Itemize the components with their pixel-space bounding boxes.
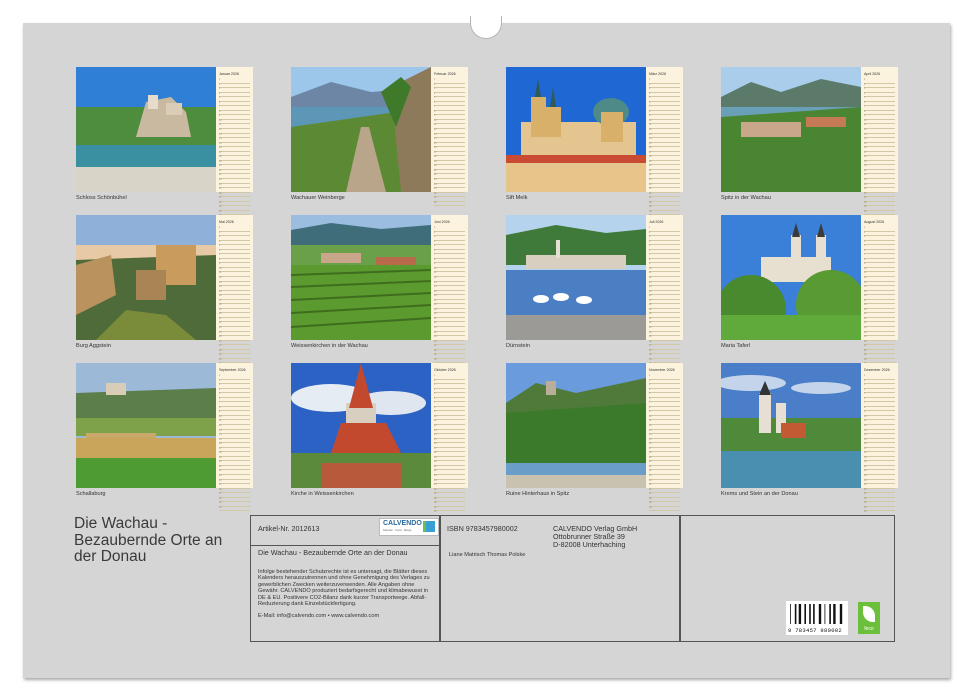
calvendo-logo-subtitle: Kalender · Kunst · Design xyxy=(383,529,412,532)
day-line: 30 xyxy=(219,507,250,512)
barcode-bar xyxy=(824,604,826,624)
month-caption: Sift Melk xyxy=(506,195,528,201)
calvendo-logo-text: CALVENDO xyxy=(383,520,422,527)
month-name: Juli 2026 xyxy=(649,220,664,224)
month-name: März 2026 xyxy=(649,72,666,76)
barcode-bar xyxy=(790,604,791,624)
authors: Liane Matrisch Thomas Polske xyxy=(449,552,526,558)
calendar-title: Die Wachau - Bezaubernde Orte an der Don… xyxy=(74,515,223,565)
calvendo-mark-icon xyxy=(423,521,435,532)
month-page-april: April 2026 1 2 3 4 5 6 7 8 9 10 11 12 13 14 15 16 17 18 19 2… xyxy=(721,67,898,216)
month-caption: Krems und Stein an der Donau xyxy=(721,491,798,497)
month-caption: Kirche in Weissenkirchen xyxy=(291,491,354,497)
month-page-september: September 2026 1 2 3 4 5 6 7 8 9 10 11 12 13 14 15 16 17 1… xyxy=(76,363,253,512)
month-photo xyxy=(506,363,646,488)
month-caption: Schloss Schönbühel xyxy=(76,195,127,201)
month-name: September 2026 xyxy=(219,368,246,372)
isbn-barcode: 9 783457 980002 xyxy=(786,601,848,635)
month-page-november: November 2026 1 2 3 4 5 6 7 8 9 10 11 12 13 14 15 16 17 18… xyxy=(506,363,683,512)
month-page-januar: Januar 2026 1 2 3 4 5 6 7 8 9 10 11 12 13 14 15 16 17 18 19… xyxy=(76,67,253,220)
month-caption: Ruine Hinterhaus in Spitz xyxy=(506,491,570,497)
month-caption: Burg Aggstein xyxy=(76,343,111,349)
barcode-bar xyxy=(818,604,822,624)
calvendo-logo: CALVENDO Kalender · Kunst · Design xyxy=(379,518,439,536)
barcode-bar xyxy=(809,604,811,624)
month-caption: Schallaburg xyxy=(76,491,106,497)
month-page-dezember: Dezember 2026 1 2 3 4 5 6 7 8 9 10 11 12 13 14 15 16 17 18… xyxy=(721,363,898,516)
month-calendar-grid: Januar 2026 1 2 3 4 5 6 7 8 9 10 11 12 13 14 15 16 17 18 19… xyxy=(216,67,253,220)
month-caption: Wachauer Weinberge xyxy=(291,195,345,201)
month-calendar-grid: Mai 2026 1 2 3 4 5 6 7 8 9 10 11 12 13 14 15 16 17 18 19 20 2… xyxy=(216,215,253,368)
product-title: Die Wachau - Bezaubernde Orte an der Don… xyxy=(258,548,408,557)
month-photo xyxy=(506,67,646,192)
month-page-juni: Juni 2026 1 2 3 4 5 6 7 8 9 10 11 12 13 14 15 16 17 18 19 20… xyxy=(291,215,468,364)
month-page-mai: Mai 2026 1 2 3 4 5 6 7 8 9 10 11 12 13 14 15 16 17 18 19 20 2… xyxy=(76,215,253,368)
isbn: ISBN 9783457980002 xyxy=(447,524,518,533)
month-photo xyxy=(291,215,431,340)
month-name: Mai 2026 xyxy=(219,220,234,224)
month-page-februar: Februar 2026 1 2 3 4 5 6 7 8 9 10 11 12 13 14 15 16 17 18 1… xyxy=(291,67,468,207)
month-page-oktober: Oktober 2026 1 2 3 4 5 6 7 8 9 10 11 12 13 14 15 16 17 18 1… xyxy=(291,363,468,516)
month-caption: Weissenkirchen in der Wachau xyxy=(291,343,368,349)
month-calendar-grid: November 2026 1 2 3 4 5 6 7 8 9 10 11 12 13 14 15 16 17 18… xyxy=(646,363,683,512)
month-name: Januar 2026 xyxy=(219,72,239,76)
month-calendar-grid: Juli 2026 1 2 3 4 5 6 7 8 9 10 11 12 13 14 15 16 17 18 19 20… xyxy=(646,215,683,368)
month-calendar-grid: März 2026 1 2 3 4 5 6 7 8 9 10 11 12 13 14 15 16 17 18 19 20… xyxy=(646,67,683,220)
month-page-august: August 2026 1 2 3 4 5 6 7 8 9 10 11 12 13 14 15 16 17 18 19… xyxy=(721,215,898,368)
month-name: November 2026 xyxy=(649,368,675,372)
month-photo xyxy=(721,67,861,192)
month-photo xyxy=(291,363,431,488)
month-photo xyxy=(291,67,431,192)
month-calendar-grid: Oktober 2026 1 2 3 4 5 6 7 8 9 10 11 12 13 14 15 16 17 18 1… xyxy=(431,363,468,516)
barcode-bar xyxy=(833,604,836,624)
month-photo xyxy=(721,215,861,340)
month-calendar-grid: Februar 2026 1 2 3 4 5 6 7 8 9 10 11 12 13 14 15 16 17 18 1… xyxy=(431,67,468,207)
feco-label: feco xyxy=(864,626,874,632)
barcode-bar xyxy=(804,604,806,624)
month-name: Februar 2026 xyxy=(434,72,456,76)
month-name: Juni 2026 xyxy=(434,220,450,224)
month-caption: Dürnstein xyxy=(506,343,530,349)
contact-line: E-Mail: info@calvendo.com • www.calvendo… xyxy=(258,613,380,619)
month-photo xyxy=(506,215,646,340)
month-name: Dezember 2026 xyxy=(864,368,890,372)
month-photo xyxy=(76,363,216,488)
month-page-märz: März 2026 1 2 3 4 5 6 7 8 9 10 11 12 13 14 15 16 17 18 19 20… xyxy=(506,67,683,220)
month-page-juli: Juli 2026 1 2 3 4 5 6 7 8 9 10 11 12 13 14 15 16 17 18 19 20… xyxy=(506,215,683,368)
product-info-box: Artikel-Nr. 2012613 CALVENDO Kalender · … xyxy=(250,515,895,642)
month-photo xyxy=(76,215,216,340)
legal-notice: Infolge bestehender Schutzrechte ist es … xyxy=(258,569,430,608)
month-calendar-grid: August 2026 1 2 3 4 5 6 7 8 9 10 11 12 13 14 15 16 17 18 19… xyxy=(861,215,898,368)
day-line: 30 xyxy=(649,507,680,512)
barcode-bar xyxy=(794,604,797,624)
publisher-city: D-82008 Unterhaching xyxy=(553,540,626,549)
article-number: Artikel-Nr. 2012613 xyxy=(258,524,320,533)
month-name: Oktober 2026 xyxy=(434,368,456,372)
leaf-icon xyxy=(863,606,875,622)
barcode-bar xyxy=(813,604,815,624)
month-name: April 2026 xyxy=(864,72,881,76)
month-calendar-grid: Juni 2026 1 2 3 4 5 6 7 8 9 10 11 12 13 14 15 16 17 18 19 20… xyxy=(431,215,468,364)
month-calendar-grid: Dezember 2026 1 2 3 4 5 6 7 8 9 10 11 12 13 14 15 16 17 18… xyxy=(861,363,898,516)
feco-eco-badge: feco xyxy=(858,602,880,634)
month-photo xyxy=(76,67,216,192)
month-calendar-grid: September 2026 1 2 3 4 5 6 7 8 9 10 11 12 13 14 15 16 17 1… xyxy=(216,363,253,512)
barcode-bar xyxy=(798,604,802,624)
barcode-bar xyxy=(829,604,831,624)
day-line: 28 xyxy=(434,202,465,207)
barcode-bar xyxy=(839,604,843,624)
month-name: August 2026 xyxy=(864,220,885,224)
month-caption: Maria Taferl xyxy=(721,343,751,349)
month-calendar-grid: April 2026 1 2 3 4 5 6 7 8 9 10 11 12 13 14 15 16 17 18 19 2… xyxy=(861,67,898,216)
month-photo xyxy=(721,363,861,488)
month-caption: Spitz in der Wachau xyxy=(721,195,771,201)
barcode-digits: 9 783457 980002 xyxy=(788,627,843,634)
